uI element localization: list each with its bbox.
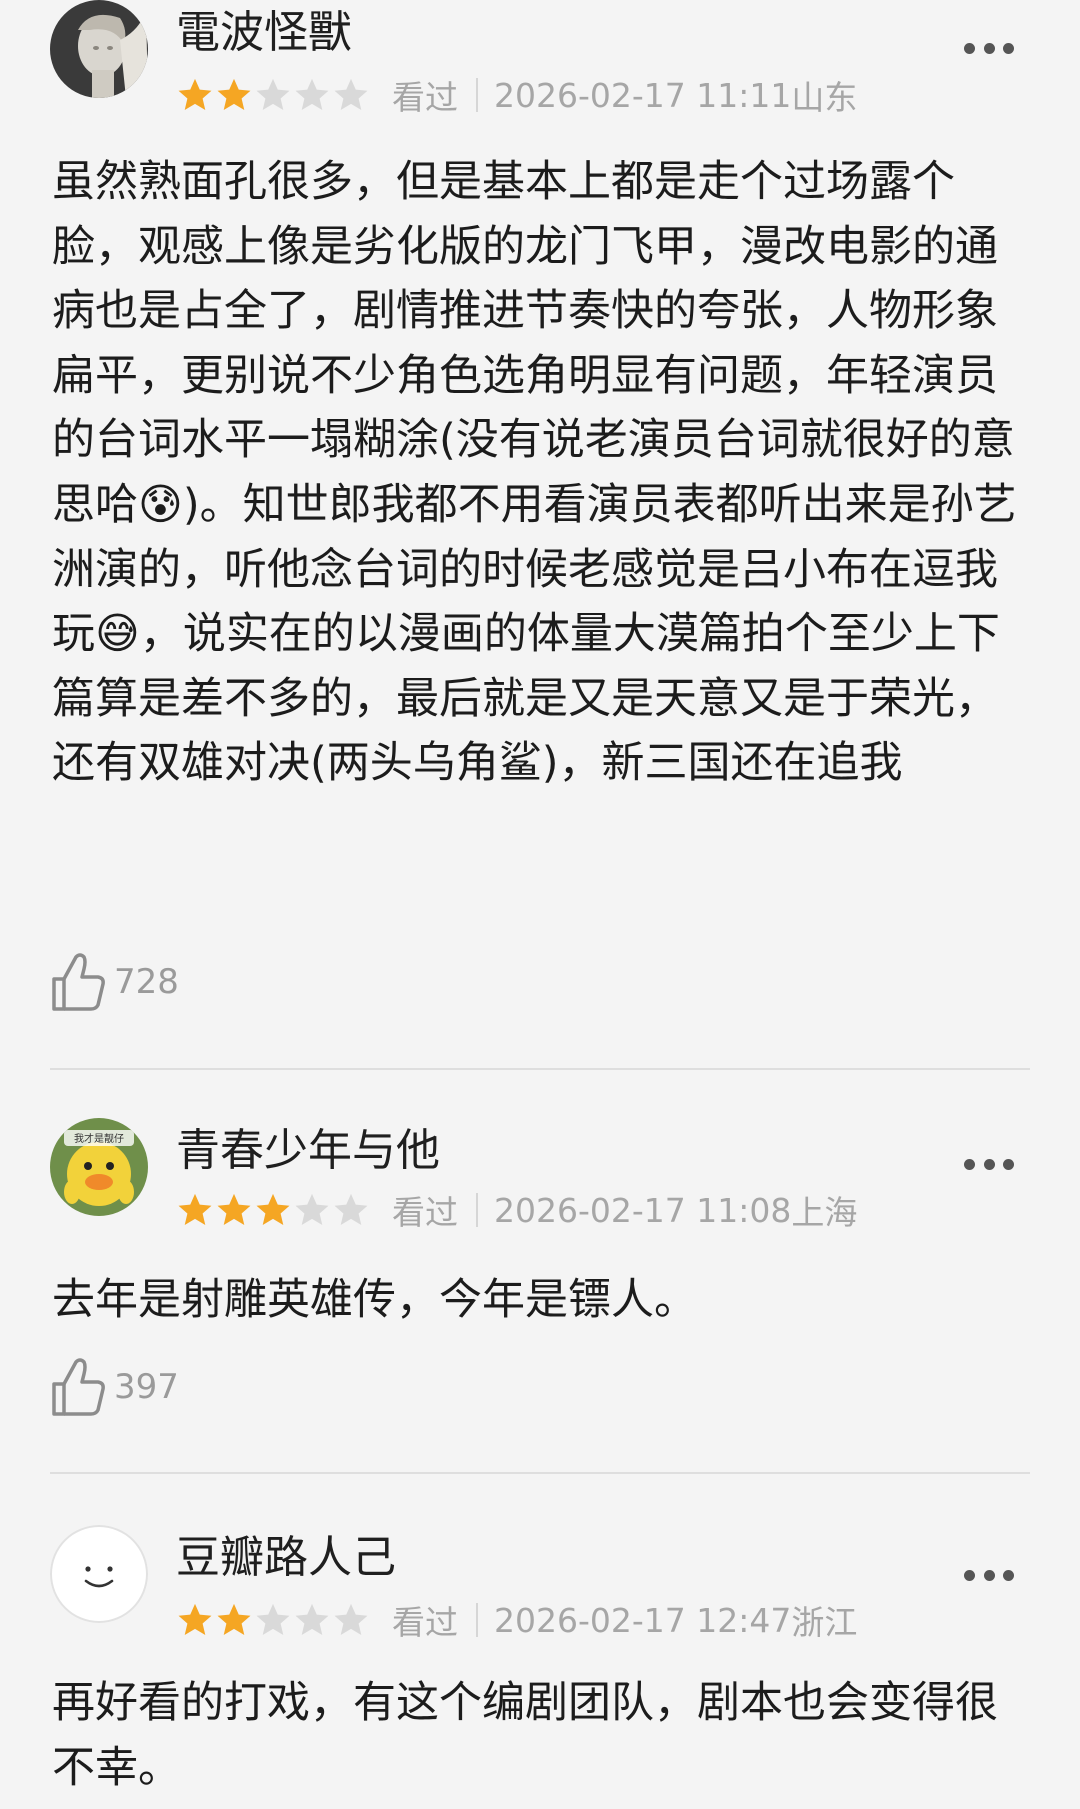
star-empty-icon: [295, 1193, 329, 1226]
meta-divider: [476, 1603, 478, 1637]
star-empty-icon: [334, 78, 368, 111]
review-divider: [50, 1472, 1030, 1474]
username[interactable]: 豆瓣路人己: [176, 1531, 396, 1585]
review-time: 2026-02-17 11:11: [494, 75, 792, 115]
review-item: 電波怪獸 看过 2026-02-17 11:11 山东 虽然熟面孔很多，但是基本…: [0, 0, 1080, 1070]
review-meta: 看过 2026-02-17 11:08 上海: [176, 1190, 857, 1232]
star-filled-icon: [217, 78, 251, 111]
user-avatar[interactable]: [50, 0, 148, 98]
review-region: 山东: [791, 78, 858, 117]
review-text: 再好看的打戏，有这个编剧团队，剧本也会变得很不幸。: [52, 1678, 998, 1793]
review-text: 虽然熟面孔很多，但是基本上都是走个过场露个脸，观感上像是劣化版的龙门飞甲，漫改电…: [52, 157, 1017, 789]
star-filled-icon: [178, 1193, 212, 1226]
review-divider: [50, 1068, 1030, 1070]
watch-status: 看过: [392, 78, 458, 117]
review-region: 浙江: [791, 1603, 858, 1642]
review-region: 上海: [791, 1193, 858, 1232]
username[interactable]: 電波怪獸: [176, 6, 352, 60]
star-empty-icon: [295, 78, 329, 111]
review-text: 去年是射雕英雄传，今年是镖人。: [52, 1275, 697, 1325]
username[interactable]: 青春少年与他: [176, 1124, 440, 1178]
avatar-caption: 我才是靓仔: [74, 1132, 124, 1145]
star-empty-icon: [334, 1603, 368, 1636]
watch-status: 看过: [392, 1193, 458, 1232]
watch-status: 看过: [392, 1603, 458, 1642]
user-avatar[interactable]: [50, 1525, 148, 1623]
review-feed: 電波怪獸 看过 2026-02-17 11:11 山东 虽然熟面孔很多，但是基本…: [0, 0, 1080, 1809]
star-rating: [176, 1601, 370, 1639]
like-count: 397: [114, 1367, 179, 1407]
star-filled-icon: [256, 1193, 290, 1226]
like-button[interactable]: 728: [50, 951, 179, 1013]
thumbs-up-icon: [52, 1358, 105, 1416]
user-avatar[interactable]: 我才是靓仔: [50, 1118, 148, 1216]
star-filled-icon: [178, 78, 212, 111]
star-filled-icon: [217, 1193, 251, 1226]
review-item: 我才是靓仔 青春少年与他 看过 2026-02-17 11:08 上海 去年是射…: [0, 1118, 1080, 1468]
smiley-avatar-icon: [84, 1566, 114, 1588]
review-time: 2026-02-17 11:08: [494, 1190, 792, 1230]
star-empty-icon: [295, 1603, 329, 1636]
star-filled-icon: [178, 1603, 212, 1636]
more-options-icon[interactable]: [964, 1565, 1014, 1585]
like-count: 728: [114, 962, 179, 1002]
star-empty-icon: [256, 78, 290, 111]
review-time: 2026-02-17 12:47: [494, 1600, 792, 1640]
meta-divider: [476, 1193, 478, 1227]
yellow-duck-avatar-icon: 我才是靓仔: [50, 1118, 148, 1216]
star-filled-icon: [217, 1603, 251, 1636]
review-item: 豆瓣路人己 看过 2026-02-17 12:47 浙江 再好看的打戏，有这个编…: [0, 1525, 1080, 1809]
like-button[interactable]: 397: [50, 1356, 179, 1418]
star-empty-icon: [334, 1193, 368, 1226]
meta-divider: [476, 78, 478, 112]
review-meta: 看过 2026-02-17 12:47 浙江: [176, 1600, 857, 1642]
more-options-icon[interactable]: [964, 38, 1014, 58]
more-options-icon[interactable]: [964, 1154, 1014, 1174]
star-empty-icon: [256, 1603, 290, 1636]
thumbs-up-icon: [52, 953, 105, 1011]
review-meta: 看过 2026-02-17 11:11 山东: [176, 75, 857, 117]
star-rating: [176, 76, 370, 114]
star-rating: [176, 1191, 370, 1229]
statue-avatar-icon: [50, 0, 148, 98]
